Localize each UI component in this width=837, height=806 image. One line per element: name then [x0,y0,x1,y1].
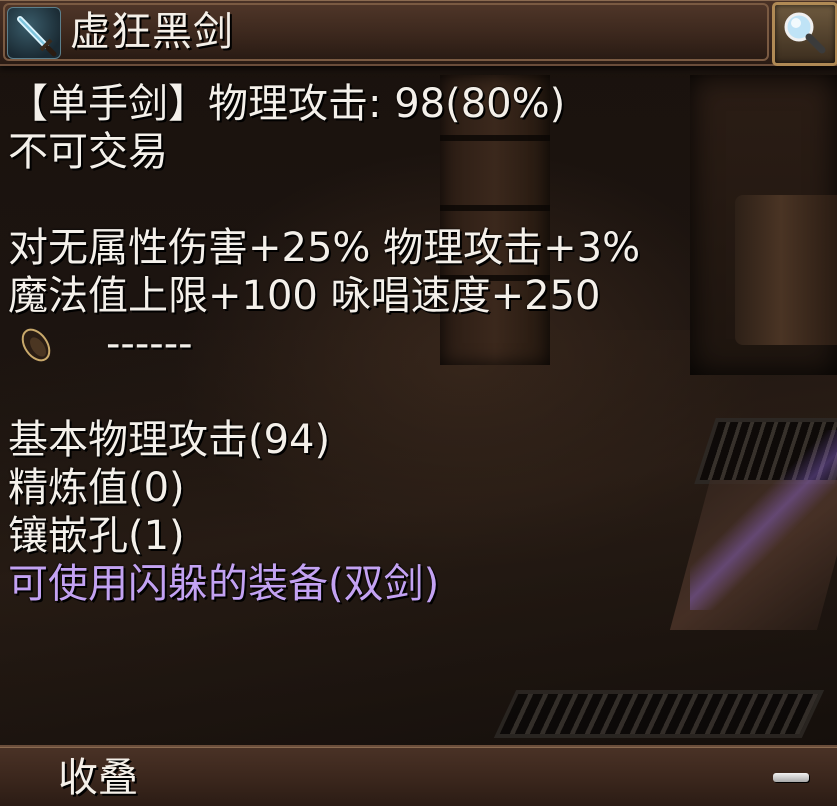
item-description: 【单手剑】物理攻击: 98(80%) 不可交易 对无属性伤害+25% 物理攻击+… [8,80,828,608]
collapse-label: 收叠 [58,755,138,801]
socket-count: 镶嵌孔(1) [8,513,185,559]
item-effect-line-1: 对无属性伤害+25% 物理攻击+3% [8,225,641,271]
card-slot-empty-text: ------ [106,321,193,367]
item-name: 虚狂黑剑 [70,9,234,55]
base-physical-attack: 基本物理攻击(94) [8,417,331,463]
title-bar: 虚狂黑剑 [0,0,837,66]
refine-value: 精炼值(0) [8,465,185,511]
magnifier-button[interactable] [772,2,837,66]
trade-restriction: 不可交易 [8,129,168,175]
card-slot-icon [21,328,51,362]
item-effect-line-2: 魔法值上限+100 咏唱速度+250 [8,273,601,319]
card-slot-row: ------ [8,320,828,368]
dodge-equipment-note: 可使用闪躲的装备(双剑) [8,561,440,607]
collapse-bar[interactable]: 收叠 [0,745,837,806]
magnifier-icon [784,12,826,54]
weapon-type-attack: 【单手剑】物理攻击: 98(80%) [8,81,566,127]
background-floor-grate-lower [493,690,825,738]
item-tooltip-window: 虚狂黑剑 【单手剑】物理攻击: 98(80%) 不可交易 对无属性伤害+25% … [0,0,837,806]
minus-icon[interactable] [773,773,809,782]
sword-icon [7,7,61,59]
